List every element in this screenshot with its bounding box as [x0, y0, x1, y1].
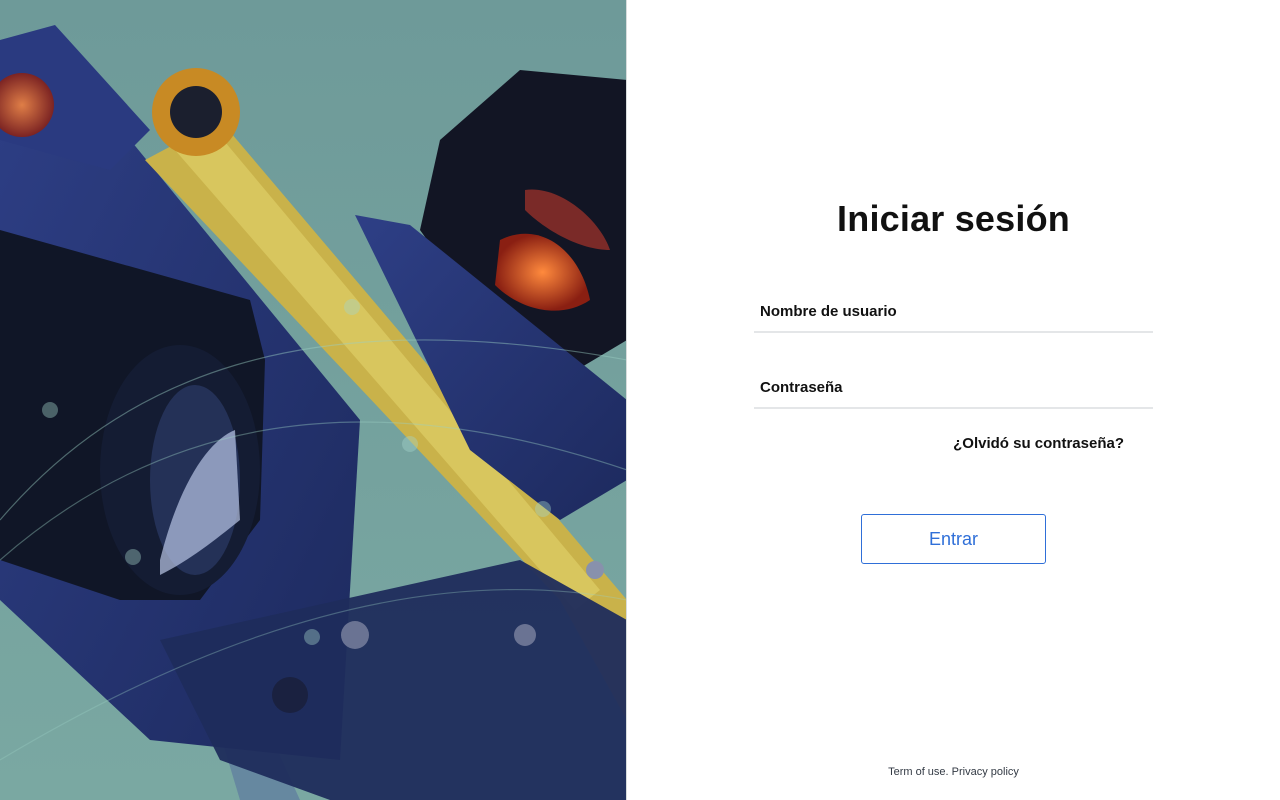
login-button[interactable]: Entrar: [861, 514, 1046, 564]
terms-of-use-link[interactable]: Term of use.: [888, 766, 949, 778]
username-input[interactable]: [754, 291, 1153, 331]
login-panel: Iniciar sesión ¿Olvidó su contraseña? En…: [627, 0, 1280, 800]
password-input[interactable]: [754, 367, 1153, 407]
privacy-policy-link[interactable]: Privacy policy: [952, 766, 1019, 778]
username-field-wrapper: [754, 291, 1153, 333]
hero-image: [0, 0, 627, 800]
traffic-light-illustration: [0, 0, 626, 800]
login-page: Iniciar sesión ¿Olvidó su contraseña? En…: [0, 0, 1280, 800]
password-field-wrapper: [754, 367, 1153, 409]
page-title: Iniciar sesión: [837, 198, 1070, 239]
forgot-password-link[interactable]: ¿Olvidó su contraseña?: [953, 435, 1124, 452]
footer-links: Term of use. Privacy policy: [627, 766, 1280, 778]
